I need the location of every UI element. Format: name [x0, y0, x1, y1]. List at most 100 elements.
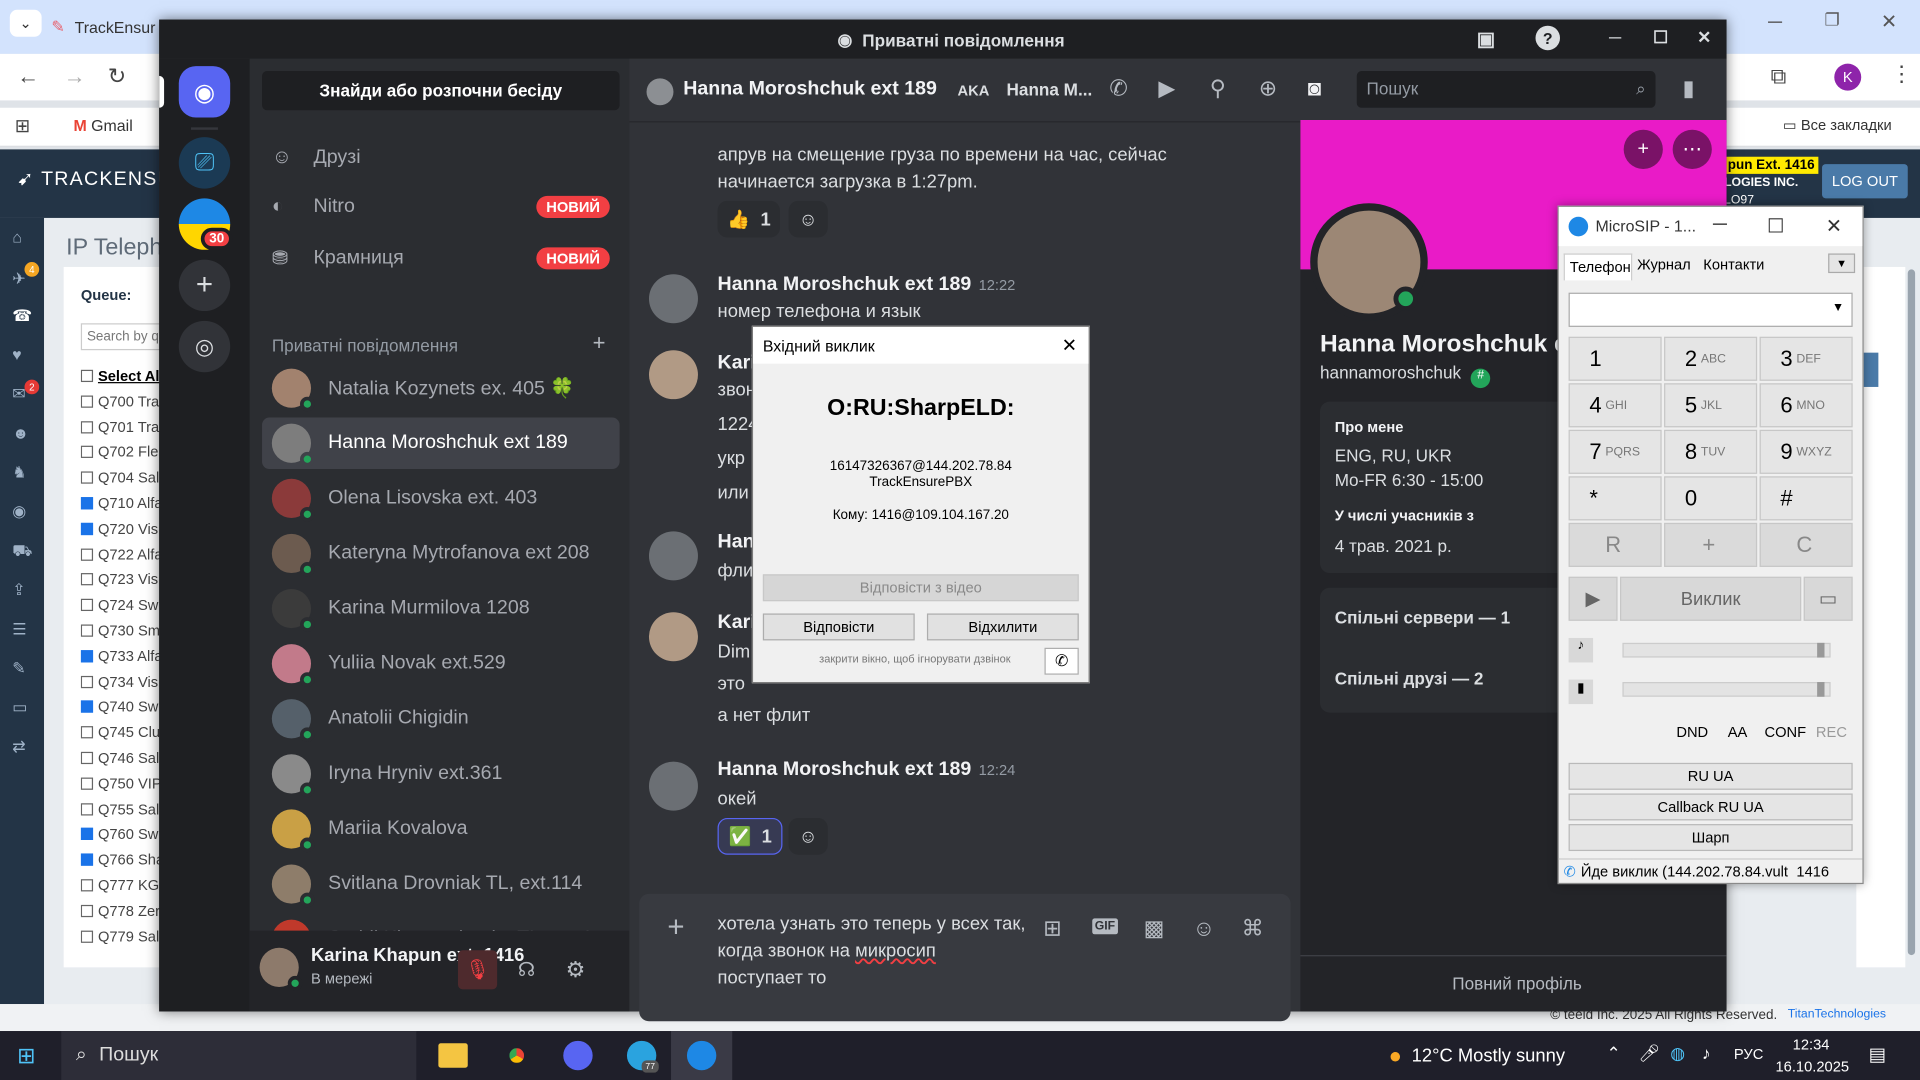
queue-checkbox[interactable]: [80, 853, 94, 866]
profile-avatar[interactable]: [1310, 203, 1428, 321]
aa-button[interactable]: AA: [1728, 724, 1748, 741]
message-button[interactable]: ▭: [1803, 576, 1853, 621]
dm-item[interactable]: Hanna Moroshchuk ext 189: [262, 417, 620, 469]
queue-item[interactable]: Q733 Alfa: [80, 648, 162, 665]
dial-input[interactable]: ▼: [1568, 292, 1853, 327]
reject-button[interactable]: Відхилити: [926, 613, 1079, 641]
queue-checkbox[interactable]: [80, 649, 94, 663]
server-icon-1[interactable]: ⎚: [178, 137, 231, 189]
chat-search-input[interactable]: Пошук ⌕: [1356, 71, 1656, 108]
quick-dial-callback[interactable]: Callback RU UA: [1568, 793, 1853, 821]
upload-icon[interactable]: ⇪: [12, 580, 25, 600]
tab-log[interactable]: Журнал: [1637, 256, 1691, 273]
queue-item[interactable]: Q700 Tra: [80, 393, 162, 410]
queue-item[interactable]: Q730 Sm: [80, 622, 162, 639]
queue-item[interactable]: Q720 Vis: [80, 520, 162, 537]
keypad-key[interactable]: 1: [1568, 336, 1662, 381]
message-author[interactable]: Kari: [718, 612, 756, 634]
dc-min-icon[interactable]: ─: [1609, 27, 1621, 47]
queue-item[interactable]: Q724 Sw: [80, 597, 162, 614]
header-name[interactable]: Hanna Moroshchuk ext 189: [683, 78, 937, 100]
keypad-key[interactable]: R: [1568, 522, 1662, 567]
video-call-button[interactable]: ▶: [1568, 576, 1618, 621]
pin-icon[interactable]: ⚲: [1210, 76, 1226, 102]
queue-item[interactable]: Q755 Sal: [80, 800, 162, 817]
queue-item[interactable]: Q740 Sw: [80, 698, 162, 716]
profile-avatar[interactable]: K: [1834, 63, 1862, 91]
header-avatar[interactable]: [646, 78, 674, 106]
nav-item-friends[interactable]: ☺ Друзі: [262, 132, 620, 183]
quick-dial-sharp[interactable]: Шарп: [1568, 824, 1853, 852]
voice-call-icon[interactable]: ✆: [1109, 76, 1127, 102]
notifications-icon[interactable]: ▤: [1869, 1043, 1886, 1065]
dial-dropdown-icon[interactable]: ▼: [1832, 301, 1844, 314]
browser-menu-icon[interactable]: ⋮: [1891, 61, 1913, 87]
queue-checkbox[interactable]: [80, 573, 94, 586]
gift-icon[interactable]: ⊞: [1043, 916, 1061, 942]
microsip-close-icon[interactable]: ✕: [1826, 214, 1842, 238]
explorer-icon[interactable]: [438, 1043, 468, 1068]
queue-item[interactable]: Q710 Alfa: [80, 495, 162, 512]
dnd-button[interactable]: DND: [1676, 724, 1708, 741]
language[interactable]: РУС: [1734, 1046, 1763, 1063]
message-composer[interactable]: + хотела узнать это теперь у всех так, к…: [639, 893, 1291, 1022]
message-author[interactable]: Han: [718, 531, 755, 553]
network-icon[interactable]: ◍: [1670, 1043, 1685, 1064]
queue-checkbox[interactable]: [80, 879, 94, 892]
keypad-key[interactable]: *: [1568, 476, 1662, 521]
message-avatar[interactable]: [648, 612, 698, 662]
inbox-bookmark-icon[interactable]: ▮: [1682, 76, 1694, 102]
window-min-icon[interactable]: ─: [1768, 12, 1782, 34]
queue-search-input[interactable]: Search by q: [80, 323, 162, 351]
tab-search-icon[interactable]: ⌄: [9, 9, 42, 37]
scrollbar[interactable]: [1907, 269, 1916, 956]
keypad-key[interactable]: 5 JKL: [1664, 383, 1758, 428]
queue-item[interactable]: Q766 Sha: [80, 851, 162, 868]
window-restore-icon[interactable]: ❐: [1824, 10, 1839, 31]
browser-tab[interactable]: ✎ TrackEnsur: [51, 10, 161, 44]
dm-item[interactable]: Mariia Kovalova: [262, 803, 620, 854]
message-avatar[interactable]: [648, 350, 698, 400]
keypad-key[interactable]: 6 MNO: [1759, 383, 1853, 428]
speaker-slider[interactable]: [1622, 642, 1831, 658]
queue-item[interactable]: Q702 Fle: [80, 444, 162, 461]
queue-checkbox[interactable]: [80, 675, 94, 688]
add-friends-icon[interactable]: ⊕: [1259, 76, 1277, 102]
heart-icon[interactable]: ♥: [12, 345, 21, 363]
explore-icon[interactable]: ◎: [178, 320, 231, 373]
call-button[interactable]: Виклик: [1620, 576, 1802, 621]
driver-icon[interactable]: ♞: [12, 463, 26, 483]
taskbar-search[interactable]: ⌕ Пошук: [61, 1031, 417, 1080]
keypad-key[interactable]: 7 PQRS: [1568, 429, 1662, 474]
queue-checkbox[interactable]: [80, 930, 94, 943]
keypad-key[interactable]: 3 DEF: [1759, 336, 1853, 381]
queue-checkbox[interactable]: [80, 548, 94, 561]
truck-icon[interactable]: ⛟: [12, 541, 32, 563]
new-dm-icon[interactable]: +: [593, 331, 606, 357]
aka-name[interactable]: Hanna M...: [1007, 80, 1093, 100]
mic-icon[interactable]: 🎤︎: [1638, 1043, 1660, 1064]
queue-checkbox[interactable]: [80, 802, 94, 816]
keypad-key[interactable]: 4 GHI: [1568, 383, 1662, 428]
queue-checkbox[interactable]: [80, 700, 94, 714]
settings-icon[interactable]: ⚙: [556, 950, 595, 989]
keypad-key[interactable]: +: [1664, 522, 1758, 567]
add-server-icon[interactable]: +: [178, 259, 231, 312]
discord-taskbar-icon[interactable]: [563, 1040, 593, 1071]
queue-checkbox[interactable]: [80, 420, 94, 433]
find-conversation-input[interactable]: Знайди або розпочни бесіду: [262, 71, 620, 111]
menu-dropdown-icon[interactable]: ▼: [1828, 253, 1856, 274]
queue-checkbox[interactable]: [80, 395, 94, 408]
queue-item[interactable]: Q760 Sw: [80, 826, 162, 843]
queue-item[interactable]: Q734 Vis: [80, 673, 162, 690]
dm-item[interactable]: Yuliia Novak ext.529: [262, 638, 620, 689]
phone-icon[interactable]: ☎: [12, 306, 32, 326]
user-profile-icon[interactable]: ◙: [1308, 76, 1321, 102]
gif-icon[interactable]: GIF: [1092, 918, 1118, 935]
edit-icon[interactable]: ✎: [12, 659, 25, 679]
home-icon[interactable]: ⌂: [12, 228, 22, 246]
tray-up-icon[interactable]: ⌃: [1607, 1043, 1621, 1064]
logout-button[interactable]: LOG OUT: [1822, 164, 1908, 199]
tab-contacts[interactable]: Контакти: [1703, 256, 1764, 273]
dm-item[interactable]: Natalia Kozynets ex. 405 🍀: [262, 362, 620, 413]
